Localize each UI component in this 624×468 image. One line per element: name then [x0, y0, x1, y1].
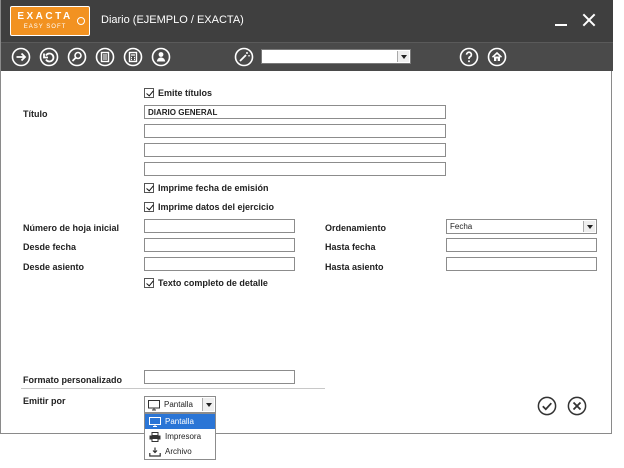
document-icon[interactable]: [95, 47, 115, 67]
titulo-line-2-input[interactable]: [144, 124, 446, 138]
undo-icon[interactable]: [39, 47, 59, 67]
arrow-right-icon[interactable]: [11, 47, 31, 67]
ordenamiento-value: Fecha: [450, 222, 473, 231]
option-archivo[interactable]: Archivo: [145, 444, 215, 459]
titulo-line-1-input[interactable]: DIARIO GENERAL: [144, 105, 446, 119]
save-to-file-icon: [149, 447, 161, 459]
logo-ring-icon: [77, 17, 85, 25]
logo-line2: EASY SOFT: [23, 24, 67, 30]
emitir-por-label: Emitir por: [23, 396, 66, 406]
imprime-datos-checkbox[interactable]: [144, 202, 154, 212]
option-pantalla[interactable]: Pantalla: [145, 414, 215, 429]
imprime-datos-label: Imprime datos del ejercicio: [158, 202, 275, 212]
close-icon: [567, 396, 587, 416]
cancel-button[interactable]: [567, 396, 587, 416]
titulo-label: Título: [23, 109, 48, 119]
exacta-logo: EXACTA EASY SOFT: [10, 6, 90, 36]
emitir-por-dropdown-list: Pantalla Impresora Archivo: [144, 413, 216, 460]
toolbar-combo[interactable]: [261, 49, 411, 64]
home-icon[interactable]: [487, 47, 507, 67]
toolbar: [1, 42, 613, 71]
texto-completo-checkbox[interactable]: [144, 278, 154, 288]
formato-personalizado-label: Formato personalizado: [23, 375, 123, 385]
ordenamiento-label: Ordenamiento: [325, 223, 387, 233]
magic-wand-icon[interactable]: [234, 47, 254, 67]
chevron-down-icon[interactable]: [202, 398, 214, 411]
hasta-fecha-label: Hasta fecha: [325, 242, 376, 252]
search-icon[interactable]: [67, 47, 87, 67]
emitir-por-value: Pantalla: [164, 400, 193, 409]
divider: [21, 388, 325, 389]
minimize-button[interactable]: [551, 10, 571, 30]
emite-titulos-label: Emite títulos: [158, 88, 213, 98]
check-icon: [537, 396, 557, 416]
chevron-down-icon[interactable]: [397, 51, 409, 62]
numero-hoja-input[interactable]: [144, 219, 295, 233]
help-icon[interactable]: [459, 47, 479, 67]
window-title: Diario (EJEMPLO / EXACTA): [101, 14, 244, 26]
option-pantalla-label: Pantalla: [165, 417, 194, 426]
desde-asiento-label: Desde asiento: [23, 262, 85, 272]
title-bar: EXACTA EASY SOFT Diario (EJEMPLO / EXACT…: [1, 0, 613, 42]
printer-icon: [149, 432, 161, 444]
ordenamiento-select[interactable]: Fecha: [446, 219, 597, 234]
desde-fecha-label: Desde fecha: [23, 242, 77, 252]
chevron-down-icon[interactable]: [583, 221, 595, 232]
logo-line1: EXACTA: [17, 11, 73, 22]
calculator-icon[interactable]: [123, 47, 143, 67]
option-archivo-label: Archivo: [165, 447, 192, 456]
option-impresora[interactable]: Impresora: [145, 429, 215, 444]
hasta-asiento-label: Hasta asiento: [325, 262, 384, 272]
desde-asiento-input[interactable]: [144, 257, 295, 271]
option-impresora-label: Impresora: [165, 432, 202, 441]
numero-hoja-label: Número de hoja inicial: [23, 223, 120, 233]
imprime-fecha-checkbox[interactable]: [144, 183, 154, 193]
close-window-button[interactable]: [579, 10, 599, 30]
texto-completo-label: Texto completo de detalle: [158, 278, 268, 288]
user-icon[interactable]: [151, 47, 171, 67]
monitor-icon: [149, 417, 161, 429]
hasta-fecha-input[interactable]: [446, 238, 597, 252]
formato-personalizado-input[interactable]: [144, 370, 295, 384]
emite-titulos-checkbox[interactable]: [144, 88, 154, 98]
monitor-icon: [148, 400, 160, 414]
titulo-line-3-input[interactable]: [144, 143, 446, 157]
desde-fecha-input[interactable]: [144, 238, 295, 252]
hasta-asiento-input[interactable]: [446, 257, 597, 271]
diario-window: EXACTA EASY SOFT Diario (EJEMPLO / EXACT…: [0, 0, 613, 460]
titulo-line-4-input[interactable]: [144, 162, 446, 176]
emitir-por-select[interactable]: Pantalla: [144, 396, 216, 413]
accept-button[interactable]: [537, 396, 557, 416]
imprime-fecha-label: Imprime fecha de emisión: [158, 183, 269, 193]
